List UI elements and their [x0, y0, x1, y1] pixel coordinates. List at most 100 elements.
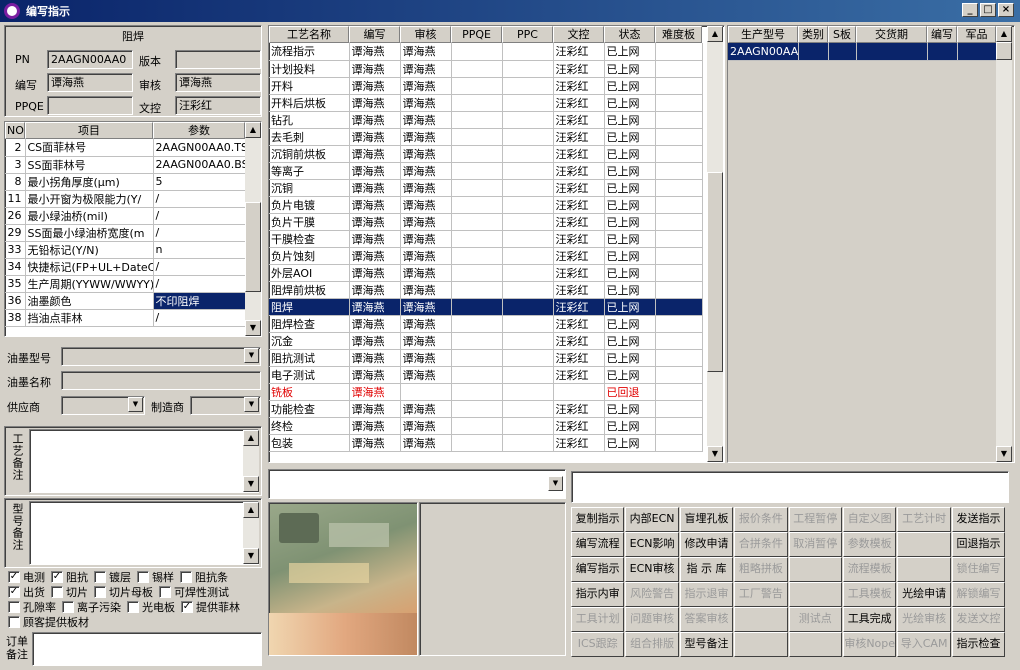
table-row[interactable]: 阻焊检查 谭海燕 谭海燕 汪彩红 已上网	[269, 315, 703, 333]
action-button[interactable]: 合拼条件	[734, 532, 788, 557]
action-button[interactable]: 自定义图	[843, 507, 897, 532]
table-row[interactable]: 11 最小开窗为极限能力(Y//	[5, 190, 246, 208]
col-header-ppc[interactable]: PPC	[502, 26, 553, 43]
action-button[interactable]: 编写流程	[571, 532, 625, 557]
table-row[interactable]: 阻焊前烘板 谭海燕 谭海燕 汪彩红 已上网	[269, 281, 703, 299]
scroll-down-icon[interactable]: ▼	[243, 476, 259, 492]
scroll-up-icon[interactable]: ▲	[243, 502, 259, 518]
option-checkbox[interactable]: 镀层	[94, 569, 131, 585]
action-button[interactable]: 工具完成	[843, 607, 897, 632]
action-button[interactable]: ECN影响	[625, 532, 679, 557]
checkbox-icon[interactable]	[8, 600, 20, 613]
table-row[interactable]: 开料后烘板 谭海燕 谭海燕 汪彩红 已上网	[269, 94, 703, 112]
table-row[interactable]: 沉金 谭海燕 谭海燕 汪彩红 已上网	[269, 332, 703, 350]
option-checkbox[interactable]: 切片母板	[94, 584, 153, 600]
action-button[interactable]	[734, 607, 788, 632]
writer-field[interactable]: 谭海燕	[47, 73, 133, 92]
action-button[interactable]: 工厂警告	[734, 582, 788, 607]
process-notes-textarea[interactable]	[29, 429, 259, 493]
cell-param[interactable]: 不印阻焊	[153, 292, 246, 310]
scroll-up-icon[interactable]: ▲	[245, 122, 261, 138]
action-button[interactable]: 粗略拼板	[734, 557, 788, 582]
minimize-button[interactable]: _	[962, 3, 978, 17]
col-header-process[interactable]: 工艺名称	[269, 26, 349, 43]
ppqe-field[interactable]	[47, 96, 133, 115]
action-button[interactable]: 组合排版	[625, 632, 679, 657]
scroll-up-icon[interactable]: ▲	[243, 430, 259, 446]
action-button[interactable]: 复制指示	[571, 507, 625, 532]
reviewer-field[interactable]: 谭海燕	[175, 73, 261, 92]
chevron-down-icon[interactable]: ▼	[244, 397, 259, 412]
action-button[interactable]	[788, 557, 842, 582]
ink-name-field[interactable]	[61, 371, 261, 390]
model-notes-scrollbar[interactable]: ▲ ▼	[243, 502, 259, 564]
option-checkbox[interactable]: 可焊性测试	[159, 584, 229, 600]
action-button[interactable]: 测试点	[788, 607, 842, 632]
checkbox-icon[interactable]	[137, 570, 149, 583]
col-header-reviewer[interactable]: 审核	[400, 26, 451, 43]
table-row[interactable]: 34 快捷标记(FP+UL+DateCo /	[5, 258, 246, 276]
col-header-writer[interactable]: 编写	[349, 26, 400, 43]
option-checkbox[interactable]: ✓ 提供菲林	[181, 599, 240, 615]
table-row[interactable]: 铣板 谭海燕 已回退	[269, 383, 703, 401]
action-button[interactable]: 盲埋孔板	[679, 507, 734, 532]
action-button[interactable]: ECN审核	[625, 557, 679, 582]
table-row[interactable]: 沉铜 谭海燕 谭海燕 汪彩红 已上网	[269, 179, 703, 197]
action-button[interactable]: 取消暂停	[788, 532, 842, 557]
col-header-item[interactable]: 项目	[25, 122, 153, 139]
checkbox-icon[interactable]	[127, 600, 139, 613]
table-row[interactable]: 电子测试 谭海燕 谭海燕 汪彩红 已上网	[269, 366, 703, 384]
maximize-button[interactable]: □	[980, 3, 996, 17]
action-button[interactable]: 指示内审	[571, 582, 625, 607]
col-header-writer[interactable]: 编写	[927, 26, 957, 43]
col-header-military[interactable]: 军品	[957, 26, 996, 43]
table-row[interactable]: 流程指示 谭海燕 谭海燕 汪彩红 已上网	[269, 43, 703, 61]
scroll-down-icon[interactable]: ▼	[243, 548, 259, 564]
col-header-delivery[interactable]: 交货期	[856, 26, 927, 43]
col-header-model[interactable]: 生产型号	[728, 26, 798, 43]
checkbox-icon[interactable]	[94, 585, 106, 598]
table-row[interactable]: 3 SS面菲林号 2AAGN00AA0.BS	[5, 156, 246, 174]
checkbox-icon[interactable]	[62, 600, 74, 613]
table-row[interactable]: 终检 谭海燕 谭海燕 汪彩红 已上网	[269, 417, 703, 435]
table-row[interactable]: 2 CS面菲林号 2AAGN00AA0.TS	[5, 139, 246, 157]
action-button[interactable]: 型号备注	[679, 632, 734, 657]
option-checkbox[interactable]: 阻抗条	[180, 569, 228, 585]
table-row[interactable]: 阻抗测试 谭海燕 谭海燕 汪彩红 已上网	[269, 349, 703, 367]
option-checkbox[interactable]: 离子污染	[62, 599, 121, 615]
table-row[interactable]: 26 最小绿油桥(mil) /	[5, 207, 246, 225]
table-row[interactable]: 去毛刺 谭海燕 谭海燕 汪彩红 已上网	[269, 128, 703, 146]
option-checkbox[interactable]: 切片	[51, 584, 88, 600]
chevron-down-icon[interactable]: ▼	[244, 348, 259, 363]
table-row[interactable]: 负片电镀 谭海燕 谭海燕 汪彩红 已上网	[269, 196, 703, 214]
model-notes-textarea[interactable]	[29, 501, 259, 565]
option-checkbox[interactable]: ✓ 出货	[8, 584, 45, 600]
scroll-down-icon[interactable]: ▼	[996, 446, 1012, 462]
action-button[interactable]: 发送指示	[951, 507, 1006, 532]
col-header-s-board[interactable]: S板	[828, 26, 856, 43]
col-header-ppqe[interactable]: PPQE	[451, 26, 502, 43]
option-checkbox[interactable]: ✓ 阻抗	[51, 569, 88, 585]
ink-type-select[interactable]	[61, 347, 261, 366]
process-table[interactable]: 工艺名称 编写 审核 PPQE PPC 文控 状态 难度板 流程指示 谭海燕 谭海燕…	[268, 25, 725, 463]
checkbox-icon[interactable]	[94, 570, 106, 583]
scroll-down-icon[interactable]: ▼	[245, 320, 261, 336]
option-checkbox[interactable]: 光电板	[127, 599, 175, 615]
table-row[interactable]: 计划投料 谭海燕 谭海燕 汪彩红 已上网	[269, 60, 703, 78]
action-button[interactable]: 锁住编写	[951, 557, 1006, 582]
comment-input[interactable]	[571, 471, 1009, 503]
checkbox-icon[interactable]: ✓	[8, 585, 20, 598]
params-scrollbar[interactable]: ▲ ▼	[245, 122, 261, 336]
action-button[interactable]: 内部ECN	[625, 507, 679, 532]
checkbox-icon[interactable]	[159, 585, 171, 598]
checkbox-icon[interactable]: ✓	[8, 570, 20, 583]
col-header-category[interactable]: 类别	[798, 26, 828, 43]
option-checkbox[interactable]: ✓ 电测	[8, 569, 45, 585]
action-button[interactable]: 指示检查	[951, 632, 1006, 657]
table-row[interactable]: 2AAGN00AA0	[728, 43, 997, 61]
checkbox-icon[interactable]	[8, 615, 20, 628]
process-scrollbar[interactable]: ▲ ▼	[707, 26, 723, 462]
option-checkbox[interactable]: 锡样	[137, 569, 174, 585]
col-header-status[interactable]: 状态	[604, 26, 655, 43]
action-button[interactable]: 光绘审核	[897, 607, 951, 632]
